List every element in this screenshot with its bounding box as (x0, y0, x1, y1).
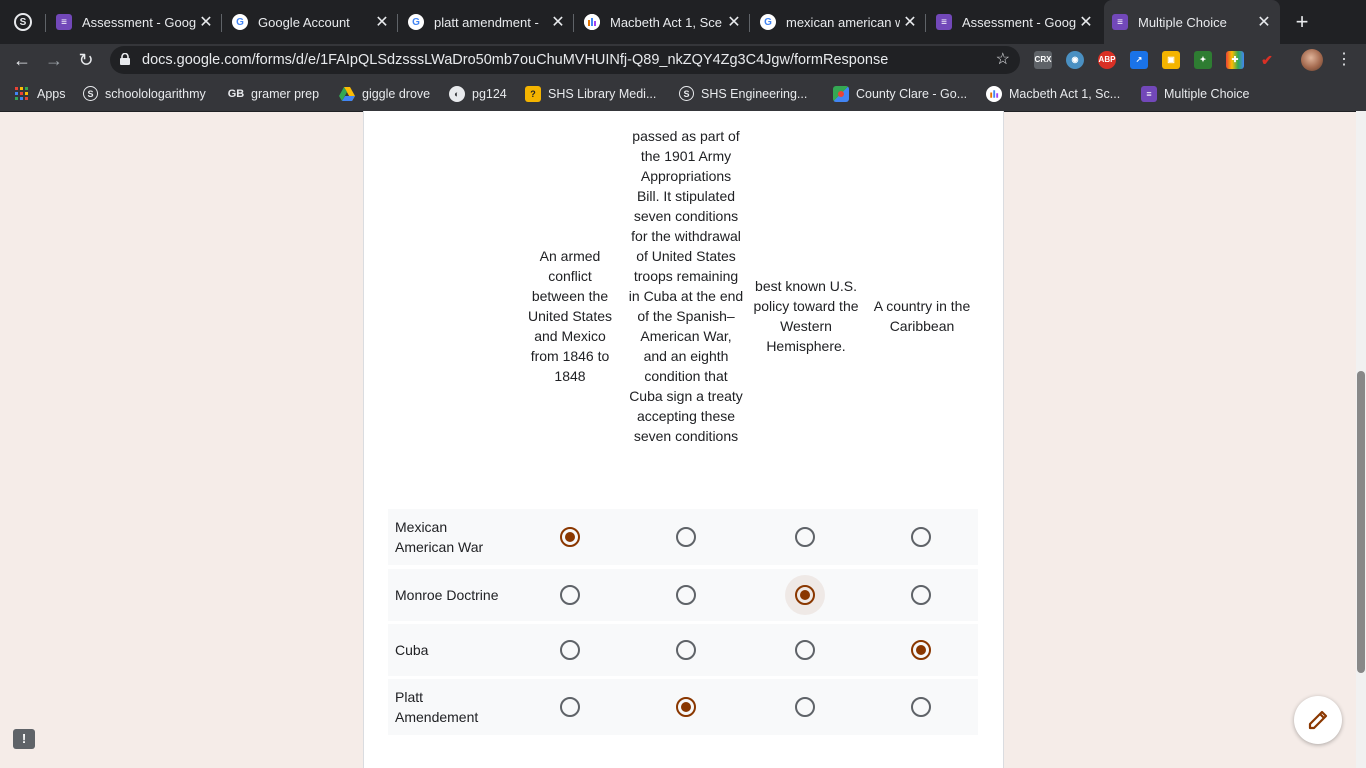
scrollbar-thumb[interactable] (1357, 371, 1365, 673)
google-icon: G (408, 14, 424, 30)
owl-extension-icon[interactable]: ◉ (1066, 51, 1084, 69)
column-header-1: An armed conflict between the United Sta… (527, 248, 613, 384)
apps-grid-icon (14, 86, 30, 102)
forms-icon: ≡ (1112, 14, 1128, 30)
forward-button[interactable]: → (42, 48, 66, 72)
leaf-extension-icon[interactable]: ✦ (1194, 51, 1212, 69)
schoology-icon: S (679, 86, 694, 101)
bookmark-shs-engineering[interactable]: S SHS Engineering... (679, 76, 807, 111)
grid-row-cuba: Cuba (388, 624, 978, 676)
feedback-icon[interactable]: ! (13, 729, 35, 749)
radio-row1-col1[interactable] (560, 527, 580, 547)
profile-avatar[interactable] (1301, 49, 1323, 71)
colorpicker-extension-icon[interactable]: ✚ (1226, 51, 1244, 69)
close-icon[interactable]: ✕ (372, 12, 392, 32)
google-icon: G (760, 14, 776, 30)
tab-google-account[interactable]: G Google Account ✕ (224, 0, 398, 44)
edit-button[interactable] (1294, 696, 1342, 744)
bookmark-schoolologarithmy[interactable]: S schoolologarithmy (83, 76, 206, 111)
schoology-icon: S (83, 86, 98, 101)
chart-extension-icon[interactable]: ↗ (1130, 51, 1148, 69)
bookmark-multiple-choice[interactable]: ≡ Multiple Choice (1141, 76, 1249, 111)
reload-button[interactable]: ↻ (74, 48, 98, 72)
bookmark-giggle-drove[interactable]: giggle drove (339, 76, 430, 111)
bookmark-shs-library[interactable]: ? SHS Library Medi... (525, 76, 656, 111)
row-label: Monroe Doctrine (395, 587, 499, 603)
row-label: Platt Amendement (395, 689, 479, 725)
address-bar[interactable]: docs.google.com/forms/d/e/1FAIpQLSdzsssL… (110, 46, 1020, 74)
bookmarks-bar: Apps S schoolologarithmy GB gramer prep … (0, 76, 1366, 112)
globe-icon: ◐ (449, 85, 465, 102)
close-icon[interactable]: ✕ (900, 12, 920, 32)
row-label: Cuba (395, 642, 429, 658)
bookmark-pg124[interactable]: ◐ pg124 (449, 76, 507, 111)
radio-row3-col4[interactable] (911, 640, 931, 660)
radio-row2-col1[interactable] (560, 585, 580, 605)
grid-row-mexican-american-war: Mexican American War (388, 509, 978, 565)
bookmark-macbeth[interactable]: Macbeth Act 1, Sc... (986, 76, 1120, 111)
browser-toolbar: ← → ↻ docs.google.com/forms/d/e/1FAIpQLS… (0, 44, 1366, 76)
bookmark-county-clare[interactable]: County Clare - Go... (833, 76, 967, 111)
row-label: Mexican American War (395, 519, 484, 555)
drive-icon (339, 86, 355, 102)
column-header-3: best known U.S. policy toward the Wester… (753, 278, 859, 354)
macbeth-icon (584, 14, 600, 30)
schoology-icon: S (14, 13, 32, 31)
macbeth-icon (986, 85, 1002, 102)
radio-row1-col4[interactable] (911, 527, 931, 547)
google-icon: G (232, 14, 248, 30)
tab-multiple-choice[interactable]: ≡ Multiple Choice ✕ (1104, 0, 1280, 44)
back-button[interactable]: ← (10, 48, 34, 72)
menu-icon[interactable]: ⋮ (1336, 48, 1352, 72)
radio-row1-col2[interactable] (676, 527, 696, 547)
grid-row-monroe-doctrine: Monroe Doctrine (388, 569, 978, 621)
gb-icon: GB (227, 87, 245, 100)
maps-icon (833, 85, 849, 102)
tab-assessment-1[interactable]: ≡ Assessment - Goog ✕ (48, 0, 222, 44)
question-card: An armed conflict between the United Sta… (363, 111, 1004, 768)
forms-icon: ≡ (56, 14, 72, 30)
bookmark-gramer-prep[interactable]: GB gramer prep (228, 76, 319, 111)
bookmark-apps[interactable]: Apps (14, 76, 66, 111)
crx-extension-icon[interactable]: CRX (1034, 51, 1052, 69)
column-header-2: passed as part of the 1901 Army Appropri… (628, 128, 744, 444)
radio-row3-col2[interactable] (676, 640, 696, 660)
radio-row4-col1[interactable] (560, 697, 580, 717)
forms-icon: ≡ (936, 14, 952, 30)
pencil-icon (1308, 710, 1328, 730)
radio-row4-col3[interactable] (795, 697, 815, 717)
close-icon[interactable]: ✕ (1076, 12, 1096, 32)
tab-platt-amendment[interactable]: G platt amendment - ✕ (400, 0, 574, 44)
radio-row3-col3[interactable] (795, 640, 815, 660)
radio-row2-col3[interactable] (795, 585, 815, 605)
grid-row-platt-amendement: Platt Amendement (388, 679, 978, 735)
page-scrollbar[interactable] (1356, 111, 1366, 768)
close-icon[interactable]: ✕ (1254, 12, 1274, 32)
tab-macbeth[interactable]: Macbeth Act 1, Sce ✕ (576, 0, 750, 44)
box-extension-icon[interactable]: ▣ (1162, 51, 1180, 69)
radio-row4-col2[interactable] (676, 697, 696, 717)
bookmark-star-icon[interactable]: ☆ (996, 46, 1010, 74)
library-icon: ? (525, 85, 541, 102)
page-viewport: An armed conflict between the United Sta… (0, 111, 1356, 768)
close-icon[interactable]: ✕ (548, 12, 568, 32)
close-icon[interactable]: ✕ (196, 12, 216, 32)
column-header-4: A country in the Caribbean (873, 298, 971, 334)
swoosh-extension-icon[interactable]: ✔ (1258, 51, 1276, 69)
radio-row1-col3[interactable] (795, 527, 815, 547)
tab-schoology[interactable]: S (6, 0, 46, 44)
tab-mexican-american[interactable]: G mexican american w ✕ (752, 0, 926, 44)
radio-row4-col4[interactable] (911, 697, 931, 717)
url-text: docs.google.com/forms/d/e/1FAIpQLSdzsssL… (142, 52, 889, 68)
tab-strip: S ≡ Assessment - Goog ✕ G Google Account… (0, 0, 1366, 44)
radio-row3-col1[interactable] (560, 640, 580, 660)
radio-row2-col4[interactable] (911, 585, 931, 605)
radio-row2-col2[interactable] (676, 585, 696, 605)
lock-icon (120, 53, 130, 65)
adblock-extension-icon[interactable]: ABP (1098, 51, 1116, 69)
tab-assessment-2[interactable]: ≡ Assessment - Goog ✕ (928, 0, 1102, 44)
new-tab-button[interactable]: + (1290, 10, 1314, 34)
close-icon[interactable]: ✕ (724, 12, 744, 32)
forms-icon: ≡ (1141, 85, 1157, 102)
